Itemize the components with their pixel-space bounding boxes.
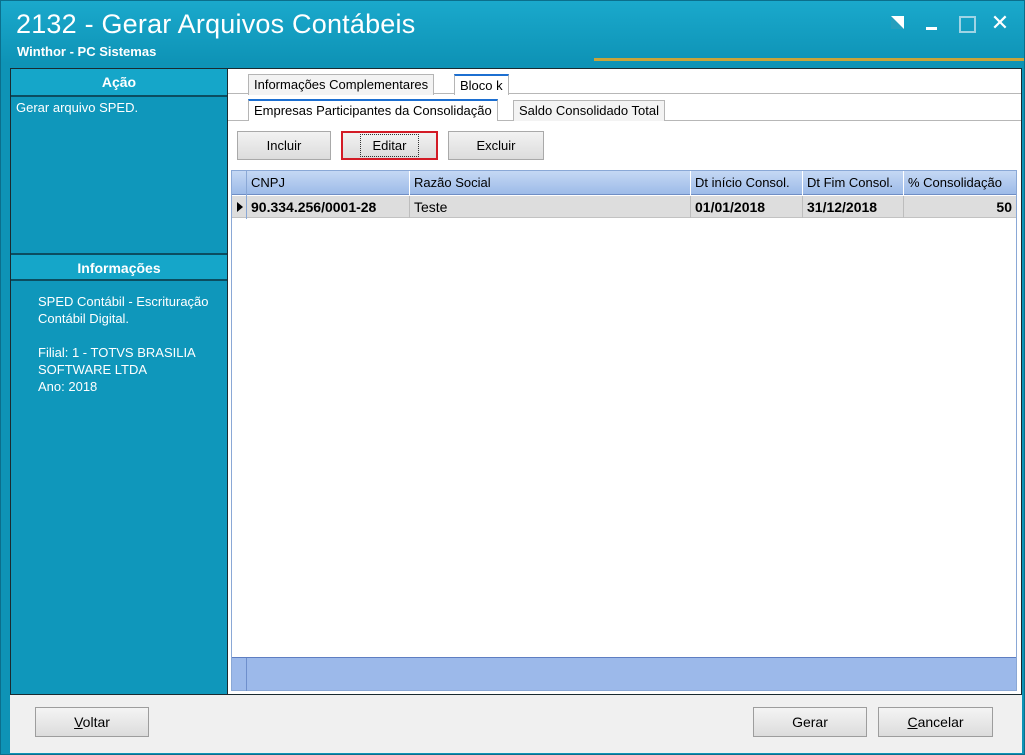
info-year: Ano: 2018 <box>38 379 98 394</box>
editar-button-label: Editar <box>359 134 420 157</box>
voltar-accelerator: V <box>74 714 83 730</box>
cancelar-button[interactable]: Cancelar <box>878 707 993 737</box>
column-header-dt-fim[interactable]: Dt Fim Consol. <box>803 171 904 195</box>
gerar-button[interactable]: Gerar <box>753 707 867 737</box>
app-window: 2132 - Gerar Arquivos Contábeis Winthor … <box>0 0 1025 755</box>
row-indicator-icon <box>232 196 247 218</box>
bottom-bar: Voltar Gerar Cancelar <box>10 695 1022 753</box>
info-header: Informações <box>11 253 227 281</box>
content-panel: Informações Complementares Bloco k Empre… <box>228 69 1021 694</box>
cell-dt-inicio[interactable]: 01/01/2018 <box>691 196 803 218</box>
cell-cnpj[interactable]: 90.334.256/0001-28 <box>247 196 410 218</box>
tab-empresas-participantes[interactable]: Empresas Participantes da Consolidação <box>248 99 498 121</box>
column-header-dt-inicio[interactable]: Dt início Consol. <box>691 171 803 195</box>
column-header-consolidacao[interactable]: % Consolidação <box>904 171 1016 195</box>
cell-consolidacao[interactable]: 50 <box>904 196 1016 218</box>
indicator-divider <box>246 171 247 219</box>
voltar-button[interactable]: Voltar <box>35 707 149 737</box>
action-text: Gerar arquivo SPED. <box>16 100 139 115</box>
primary-tabs: Informações Complementares Bloco k <box>228 69 1021 96</box>
window-title: 2132 - Gerar Arquivos Contábeis <box>16 9 416 39</box>
title-accent-line <box>594 58 1024 61</box>
indicator-column-header <box>232 171 247 195</box>
theme-icon[interactable] <box>886 12 910 34</box>
window-subtitle: Winthor - PC Sistemas <box>17 44 157 59</box>
minimize-icon[interactable] <box>920 12 944 34</box>
maximize-icon[interactable] <box>954 12 978 34</box>
info-panel: SPED Contábil - Escrituração Contábil Di… <box>11 281 227 395</box>
column-header-cnpj[interactable]: CNPJ <box>247 171 410 195</box>
voltar-label: oltar <box>82 714 110 730</box>
grid-header: CNPJ Razão Social Dt início Consol. Dt F… <box>232 171 1016 195</box>
editar-button[interactable]: Editar <box>341 131 438 160</box>
close-icon[interactable]: ✕ <box>988 12 1012 34</box>
excluir-button[interactable]: Excluir <box>448 131 544 160</box>
secondary-tabs: Empresas Participantes da Consolidação S… <box>228 95 1021 121</box>
data-grid[interactable]: CNPJ Razão Social Dt início Consol. Dt F… <box>231 170 1017 691</box>
tab-informacoes-complementares[interactable]: Informações Complementares <box>248 74 435 95</box>
sidebar: Ação Gerar arquivo SPED. Informações SPE… <box>11 69 227 694</box>
tab-saldo-consolidado[interactable]: Saldo Consolidado Total <box>513 100 665 121</box>
action-header: Ação <box>11 69 227 97</box>
cancelar-accelerator: C <box>907 714 918 730</box>
incluir-button[interactable]: Incluir <box>237 131 331 160</box>
info-description: SPED Contábil - Escrituração Contábil Di… <box>38 294 209 326</box>
cell-razao-social[interactable]: Teste <box>410 196 691 218</box>
title-bar[interactable]: 2132 - Gerar Arquivos Contábeis Winthor … <box>1 1 1024 63</box>
tab-bloco-k[interactable]: Bloco k <box>454 74 509 96</box>
grid-footer <box>232 657 1016 691</box>
window-controls: ✕ <box>886 12 1012 34</box>
column-header-razao-social[interactable]: Razão Social <box>410 171 691 195</box>
info-branch: Filial: 1 - TOTVS BRASILIA SOFTWARE LTDA <box>38 345 196 377</box>
cell-dt-fim[interactable]: 31/12/2018 <box>803 196 904 218</box>
cancelar-label: ancelar <box>917 714 964 730</box>
table-row[interactable]: 90.334.256/0001-28 Teste 01/01/2018 31/1… <box>232 196 1016 218</box>
